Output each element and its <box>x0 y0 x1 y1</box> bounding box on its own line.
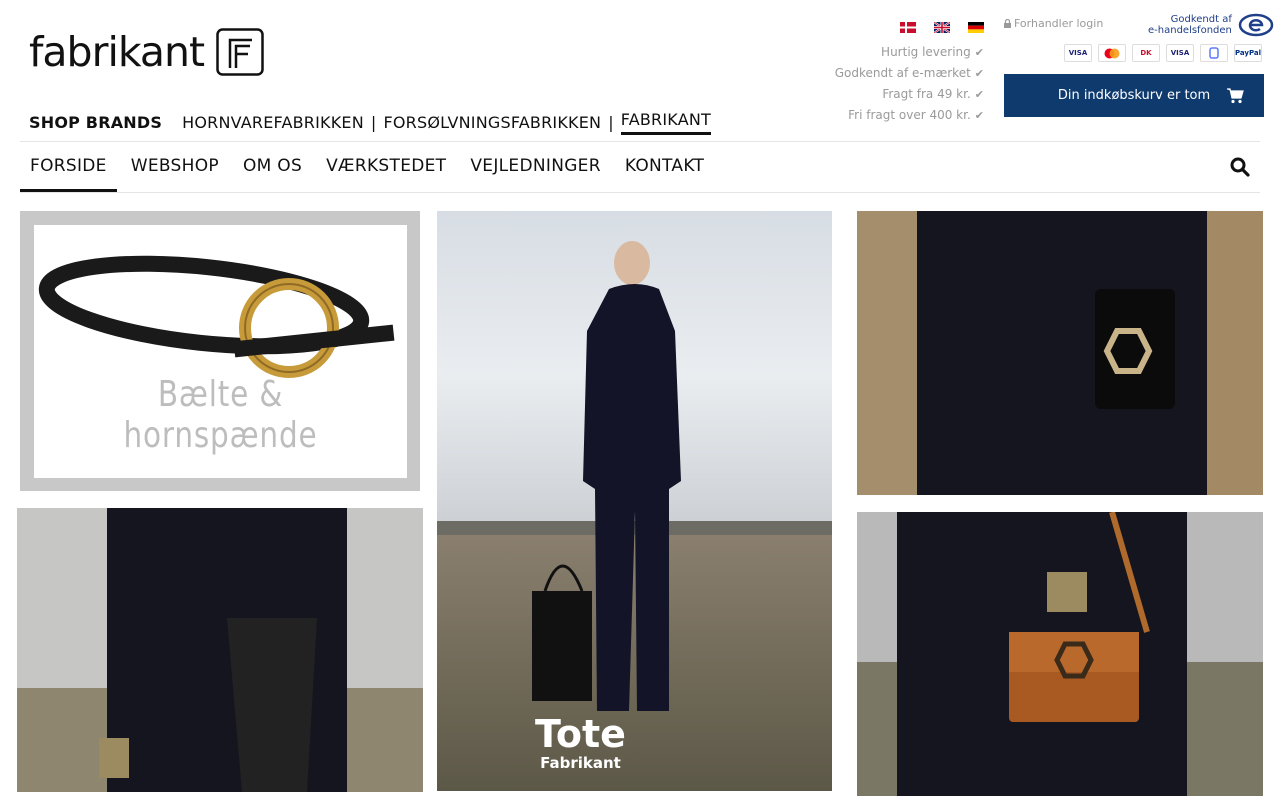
clutch-photo <box>857 211 1263 495</box>
shopping-cart-icon <box>1227 88 1244 104</box>
logo-text: fabrikant <box>29 28 205 76</box>
language-selector <box>900 22 984 33</box>
check-icon: ✔ <box>974 46 984 59</box>
dealer-login-link[interactable]: Forhandler login <box>1004 17 1103 30</box>
usp-text: Godkendt af e-mærket <box>834 66 971 80</box>
belt-caption: Bælte & hornspænde <box>123 374 318 456</box>
brand-separator: | <box>608 113 614 132</box>
check-icon: ✔ <box>974 67 984 80</box>
main-nav: FORSIDE WEBSHOP OM OS VÆRKSTEDET VEJLEDN… <box>20 146 718 193</box>
tote-caption: Tote Fabrikant <box>535 714 626 772</box>
emark-badge[interactable]: Godkendt af e-handelsfonden <box>1148 13 1274 37</box>
mastercard-icon <box>1098 44 1126 62</box>
cart-label: Din indkøbskurv er tom <box>1057 88 1211 103</box>
nav-item-vaerkstedet[interactable]: VÆRKSTEDET <box>316 146 456 193</box>
tote-feature-tile[interactable] <box>437 211 832 791</box>
shoulder-bag-photo <box>17 508 423 792</box>
nav-item-kontakt[interactable]: KONTAKT <box>615 146 714 193</box>
tote-photo <box>437 211 832 791</box>
usp-text: Fri fragt over 400 kr. <box>848 108 971 122</box>
visa-electron-icon: VISA <box>1166 44 1194 62</box>
payment-methods: VISA DK VISA PayPal <box>1064 44 1262 62</box>
usp-text: Fragt fra 49 kr. <box>882 87 971 101</box>
usp-text: Hurtig levering <box>881 45 971 59</box>
crossbody-bag-photo <box>857 512 1263 796</box>
usp-item: Fri fragt over 400 kr. ✔ <box>835 105 984 126</box>
lock-icon <box>1004 19 1011 28</box>
nav-item-om-os[interactable]: OM OS <box>233 146 312 193</box>
tote-subtitle: Fabrikant <box>540 754 621 772</box>
mobilepay-icon <box>1200 44 1228 62</box>
shop-brands-label: SHOP BRANDS <box>29 113 163 132</box>
brand-switcher: SHOP BRANDS HORNVAREFABRIKKEN | FORSØLVN… <box>29 110 711 135</box>
usp-item: Hurtig levering ✔ <box>835 42 984 63</box>
nav-item-forside[interactable]: FORSIDE <box>20 146 117 193</box>
nav-bottom-divider <box>20 192 1260 193</box>
logo-mark-icon <box>216 28 264 76</box>
belt-product-tile[interactable]: Bælte & hornspænde <box>20 211 420 491</box>
tote-title: Tote <box>535 712 626 756</box>
paypal-icon: PayPal <box>1234 44 1262 62</box>
search-icon[interactable] <box>1230 157 1250 177</box>
german-flag-icon[interactable] <box>968 22 984 33</box>
shoulder-bag-photo-tile[interactable] <box>17 508 423 792</box>
nav-item-webshop[interactable]: WEBSHOP <box>121 146 229 193</box>
e-mark-icon <box>1238 13 1274 37</box>
clutch-photo-tile[interactable] <box>857 211 1263 495</box>
dealer-login-label: Forhandler login <box>1014 17 1104 30</box>
belt-image: Bælte & hornspænde <box>34 225 407 478</box>
brand-hornvarefabrikken[interactable]: HORNVAREFABRIKKEN <box>182 113 364 132</box>
emark-line1: Godkendt af <box>1170 14 1232 25</box>
usp-item: Fragt fra 49 kr. ✔ <box>835 84 984 105</box>
english-flag-icon[interactable] <box>934 22 950 33</box>
usp-item: Godkendt af e-mærket ✔ <box>835 63 984 84</box>
emark-line2: e-handelsfonden <box>1148 25 1232 36</box>
brand-fabrikant[interactable]: FABRIKANT <box>620 110 711 135</box>
check-icon: ✔ <box>974 88 984 101</box>
check-icon: ✔ <box>974 109 984 122</box>
usp-list: Hurtig levering ✔ Godkendt af e-mærket ✔ F… <box>835 42 984 126</box>
brand-forsolvningsfabrikken[interactable]: FORSØLVNINGSFABRIKKEN <box>383 113 601 132</box>
nav-top-divider <box>20 141 1260 142</box>
danish-flag-icon[interactable] <box>900 22 916 33</box>
crossbody-bag-photo-tile[interactable] <box>857 512 1263 796</box>
dankort-icon: DK <box>1132 44 1160 62</box>
nav-item-vejledninger[interactable]: VEJLEDNINGER <box>460 146 610 193</box>
visa-icon: VISA <box>1064 44 1092 62</box>
site-logo[interactable]: fabrikant <box>29 28 264 76</box>
brand-separator: | <box>370 113 377 132</box>
emark-text: Godkendt af e-handelsfonden <box>1148 14 1232 36</box>
cart-button[interactable]: Din indkøbskurv er tom <box>1004 74 1264 117</box>
